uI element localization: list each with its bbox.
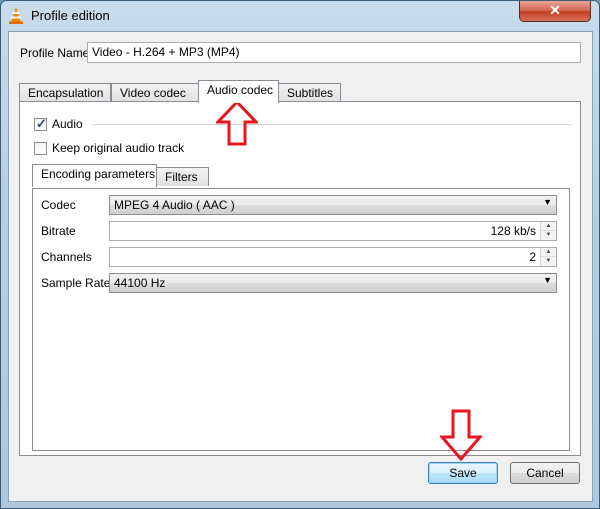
up-arrow-annotation-icon [216,100,258,146]
divider [92,124,572,125]
tab-encapsulation[interactable]: Encapsulation [19,83,111,102]
chevron-down-icon: ▼ [543,275,552,285]
channels-spinbox[interactable]: 2 ▲ ▼ [109,247,557,267]
keep-original-audio-label[interactable]: Keep original audio track [52,141,184,155]
tab-filters[interactable]: Filters [156,167,209,186]
tab-audio-codec[interactable]: Audio codec [198,80,279,103]
profile-edition-window: Profile edition ✕ Profile Name Video - H… [0,0,600,509]
down-arrow-annotation-icon [440,409,482,461]
audio-checkbox-label[interactable]: Audio [52,117,83,131]
sample-rate-select[interactable]: 44100 Hz ▼ [109,273,557,293]
channels-value: 2 [529,250,536,264]
sample-rate-select-value: 44100 Hz [114,276,166,290]
profile-name-label: Profile Name [20,46,90,60]
codec-select-value: MPEG 4 Audio ( AAC ) [114,198,235,212]
channels-spin-buttons: ▲ ▼ [540,248,556,266]
spin-up-icon[interactable]: ▲ [541,222,556,231]
channels-label: Channels [41,250,92,264]
tab-encoding-parameters[interactable]: Encoding parameters [32,164,157,187]
codec-select[interactable]: MPEG 4 Audio ( AAC ) ▼ [109,195,557,215]
sample-rate-label: Sample Rate [41,276,111,290]
bitrate-value: 128 kb/s [490,224,536,238]
spin-up-icon[interactable]: ▲ [541,248,556,257]
tab-subtitles[interactable]: Subtitles [278,83,341,102]
bitrate-spin-buttons: ▲ ▼ [540,222,556,240]
save-button[interactable]: Save [428,462,498,484]
spin-down-icon[interactable]: ▼ [541,257,556,266]
tab-video-codec[interactable]: Video codec [111,83,199,102]
audio-checkbox[interactable]: ✓ [34,116,47,131]
window-title: Profile edition [31,8,110,23]
checkmark-icon: ✓ [36,116,47,131]
keep-original-audio-checkbox[interactable] [34,142,47,155]
close-icon: ✕ [549,2,561,18]
cancel-button[interactable]: Cancel [510,462,580,484]
chevron-down-icon: ▼ [543,197,552,207]
encoding-parameters-panel: Codec MPEG 4 Audio ( AAC ) ▼ Bitrate 128… [32,188,570,451]
title-bar[interactable]: Profile edition ✕ [1,1,599,31]
dialog-body: Profile Name Video - H.264 + MP3 (MP4) E… [8,31,593,502]
bitrate-spinbox[interactable]: 128 kb/s ▲ ▼ [109,221,557,241]
codec-label: Codec [41,198,76,212]
profile-name-input[interactable]: Video - H.264 + MP3 (MP4) [87,42,581,63]
bitrate-label: Bitrate [41,224,76,238]
vlc-cone-icon [9,7,23,24]
audio-codec-panel: ✓ Audio Keep original audio track Encodi… [19,101,581,456]
close-button[interactable]: ✕ [519,1,591,22]
spin-down-icon[interactable]: ▼ [541,231,556,240]
